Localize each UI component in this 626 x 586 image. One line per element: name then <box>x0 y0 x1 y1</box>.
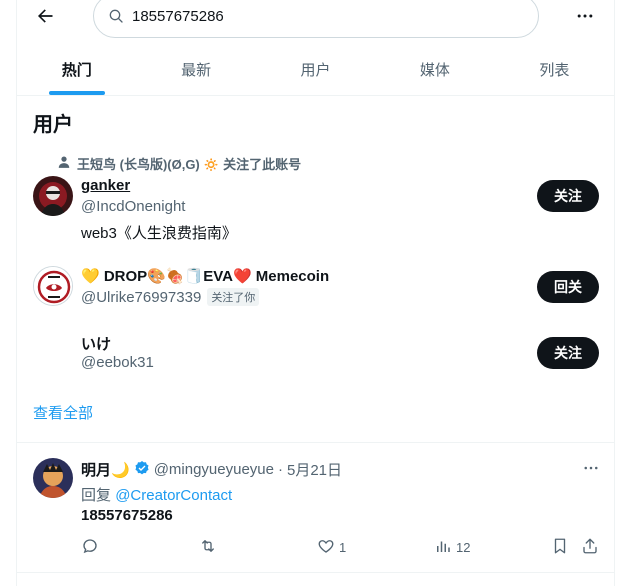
social-context: 王短鸟 (长鸟版)(Ø,G) 🔅 关注了此账号 <box>57 154 301 173</box>
divider <box>17 572 614 573</box>
tweet-header: 明月🌙 @mingyueyueyue · 5月21日 <box>81 459 342 480</box>
search-tabs: 热门 最新 用户 媒体 列表 <box>17 44 614 96</box>
like-count: 1 <box>339 540 347 555</box>
verified-icon <box>134 460 150 480</box>
tweet-date[interactable]: 5月21日 <box>287 459 342 480</box>
reply-button[interactable] <box>81 537 99 558</box>
tab-label: 列表 <box>539 62 570 79</box>
search-input[interactable] <box>132 7 512 25</box>
separator: · <box>277 461 283 478</box>
tweet-author-name[interactable]: 明月🌙 <box>81 459 130 480</box>
search-icon <box>108 7 126 25</box>
tab-label: 最新 <box>181 62 212 79</box>
avatar[interactable] <box>33 458 73 498</box>
section-title: 用户 <box>33 114 73 136</box>
share-icon <box>581 537 599 558</box>
tab-people[interactable]: 用户 <box>256 44 375 95</box>
like-icon <box>317 537 335 558</box>
user-name[interactable]: いけ <box>81 333 111 354</box>
handle-text: @eebok31 <box>81 354 154 371</box>
search-box[interactable] <box>93 0 539 38</box>
handle-text: @IncdOnenight <box>81 198 186 215</box>
tab-label: 媒体 <box>419 62 450 79</box>
views-button[interactable]: 12 <box>434 537 470 558</box>
follows-you-badge: 关注了你 <box>207 288 260 306</box>
tab-media[interactable]: 媒体 <box>375 44 494 95</box>
user-handle: @IncdOnenight <box>81 198 185 215</box>
bookmark-button[interactable] <box>551 537 569 558</box>
user-cell[interactable]: 💛 DROP🎨🍖🧻EVA❤️ Memecoin @Ulrike76997339 … <box>17 264 614 314</box>
avatar[interactable] <box>33 176 73 216</box>
tweet-author-handle[interactable]: @mingyueyueyue <box>154 461 274 478</box>
user-bio: web3《人生浪费指南》 <box>81 225 237 242</box>
retweet-button[interactable] <box>199 537 217 558</box>
reply-context: 回复 @CreatorContact <box>81 484 232 505</box>
tweet-actions: 1 12 <box>17 537 614 559</box>
more-icon[interactable] <box>573 4 597 28</box>
tab-top[interactable]: 热门 <box>17 44 136 95</box>
user-cell[interactable]: いけ @eebok31 关注 <box>17 330 614 380</box>
tweet-text: 18557675286 <box>81 507 173 524</box>
show-all-link[interactable]: 查看全部 <box>33 402 93 423</box>
tab-latest[interactable]: 最新 <box>136 44 255 95</box>
follow-button[interactable]: 关注 <box>537 337 599 369</box>
views-icon <box>434 537 452 558</box>
user-name[interactable]: 💛 DROP🎨🍖🧻EVA❤️ Memecoin <box>81 267 329 285</box>
follow-button[interactable]: 关注 <box>537 180 599 212</box>
tab-lists[interactable]: 列表 <box>495 44 614 95</box>
divider <box>17 442 614 443</box>
user-name[interactable]: ganker <box>81 177 130 194</box>
tab-label: 热门 <box>61 62 92 79</box>
user-cell[interactable]: 王短鸟 (长鸟版)(Ø,G) 🔅 关注了此账号 ganker @IncdOnen… <box>17 152 614 244</box>
handle-text: @Ulrike76997339 <box>81 288 202 306</box>
tab-label: 用户 <box>300 62 331 79</box>
reply-prefix: 回复 <box>81 487 112 504</box>
main-column: 热门 最新 用户 媒体 列表 用户 王短鸟 (长鸟版)(Ø,G) 🔅 关注了此账… <box>16 0 615 586</box>
social-context-text: 王短鸟 (长鸟版)(Ø,G) 🔅 关注了此账号 <box>77 157 302 172</box>
avatar[interactable] <box>33 266 73 306</box>
user-handle: @eebok31 <box>81 354 154 371</box>
retweet-icon <box>199 537 217 558</box>
person-icon <box>57 155 71 172</box>
more-icon[interactable] <box>579 458 603 478</box>
user-handle: @Ulrike76997339 关注了你 <box>81 288 260 306</box>
avatar[interactable] <box>33 332 73 372</box>
share-button[interactable] <box>581 537 599 558</box>
back-arrow-icon[interactable] <box>33 4 57 28</box>
reply-icon <box>81 537 99 558</box>
views-count: 12 <box>456 540 471 555</box>
active-tab-indicator <box>48 91 105 95</box>
reply-to-link[interactable]: @CreatorContact <box>115 487 232 504</box>
follow-back-button[interactable]: 回关 <box>537 271 599 303</box>
bookmark-icon <box>551 537 569 558</box>
like-button[interactable]: 1 <box>317 537 346 558</box>
